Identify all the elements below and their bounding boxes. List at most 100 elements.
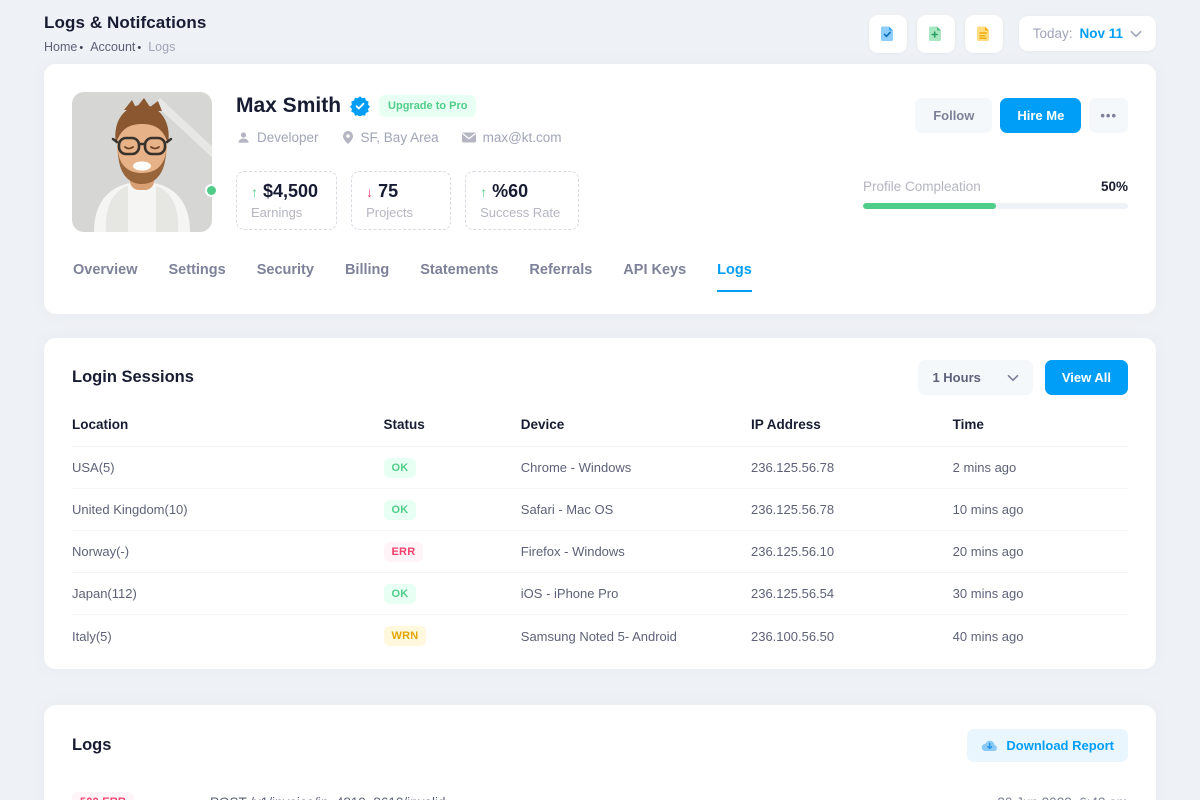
cell-time: 30 mins ago <box>953 586 1128 601</box>
table-row: Norway(-) ERR Firefox - Windows 236.125.… <box>72 531 1128 573</box>
login-sessions-card: Login Sessions 1 Hours View All Location… <box>44 338 1156 669</box>
status-badge: OK <box>384 500 417 520</box>
profile-main: Max Smith Upgrade to Pro Developer <box>236 92 839 232</box>
file-lines-button[interactable] <box>965 15 1003 53</box>
file-check-button[interactable] <box>869 15 907 53</box>
hours-filter-select[interactable]: 1 Hours <box>918 360 1032 395</box>
profile-meta: Developer SF, Bay Area max@kt.com <box>236 130 839 145</box>
status-badge: ERR <box>384 542 424 562</box>
cell-location: Italy(5) <box>72 629 384 644</box>
profile-role: Developer <box>236 130 319 145</box>
trend-up-icon <box>251 181 258 202</box>
file-plus-icon <box>926 24 945 43</box>
status-badge: OK <box>384 584 417 604</box>
profile-card: Max Smith Upgrade to Pro Developer <box>44 64 1156 314</box>
profile-completion: Profile Compleation 50% <box>863 179 1128 209</box>
col-time: Time <box>953 417 1128 432</box>
page-title: Logs & Notifcations <box>44 13 206 33</box>
tab-referrals[interactable]: Referrals <box>529 262 592 292</box>
cloud-download-icon <box>981 739 998 753</box>
avatar-image <box>72 92 212 232</box>
cell-device: Safari - Mac OS <box>521 502 751 517</box>
completion-fill <box>863 203 996 209</box>
profile-name: Max Smith <box>236 94 341 118</box>
page-heading: Logs & Notifcations Home Account Logs <box>44 13 206 54</box>
profile-tabs: Overview Settings Security Billing State… <box>72 262 1128 292</box>
cell-location: United Kingdom(10) <box>72 502 384 517</box>
trend-up-icon <box>480 181 487 202</box>
log-entry: 500 ERR POST /v1/invoice/in_4819_8610/in… <box>72 792 1128 800</box>
completion-label: Profile Compleation <box>863 179 981 194</box>
col-status: Status <box>384 417 521 432</box>
profile-side: Follow Hire Me ••• Profile Compleation 5… <box>863 92 1128 232</box>
date-filter[interactable]: Today: Nov 11 <box>1019 16 1156 51</box>
trend-down-icon <box>366 181 373 202</box>
col-location: Location <box>72 417 384 432</box>
profile-email: max@kt.com <box>461 130 562 145</box>
tab-statements[interactable]: Statements <box>420 262 498 292</box>
log-date: 20 Jun 2022, 6:43 am <box>997 795 1128 800</box>
cell-time: 20 mins ago <box>953 544 1128 559</box>
table-row: USA(5) OK Chrome - Windows 236.125.56.78… <box>72 447 1128 489</box>
tab-settings[interactable]: Settings <box>169 262 226 292</box>
cell-time: 2 mins ago <box>953 460 1128 475</box>
follow-button[interactable]: Follow <box>915 98 992 133</box>
cell-ip: 236.125.56.78 <box>751 502 953 517</box>
tab-security[interactable]: Security <box>257 262 314 292</box>
login-sessions-title: Login Sessions <box>72 368 194 387</box>
table-row: Japan(112) OK iOS - iPhone Pro 236.125.5… <box>72 573 1128 615</box>
online-status-dot <box>205 184 218 197</box>
logs-card: Logs Download Report 500 ERR POST /v1/in… <box>44 705 1156 800</box>
stat-success-rate: %60 Success Rate <box>465 171 579 230</box>
more-options-button[interactable]: ••• <box>1089 98 1128 133</box>
envelope-icon <box>461 131 477 144</box>
breadcrumb: Home Account Logs <box>44 40 206 54</box>
verified-badge-icon <box>350 96 370 116</box>
cell-location: Japan(112) <box>72 586 384 601</box>
hire-me-button[interactable]: Hire Me <box>1000 98 1081 133</box>
tab-billing[interactable]: Billing <box>345 262 389 292</box>
chevron-down-icon <box>1130 30 1142 38</box>
cell-time: 10 mins ago <box>953 502 1128 517</box>
topbar: Logs & Notifcations Home Account Logs To… <box>0 0 1200 64</box>
avatar <box>72 92 212 232</box>
status-badge: OK <box>384 458 417 478</box>
table-row: United Kingdom(10) OK Safari - Mac OS 23… <box>72 489 1128 531</box>
stat-projects: 75 Projects <box>351 171 451 230</box>
date-filter-value: Nov 11 <box>1079 26 1123 41</box>
file-check-icon <box>878 24 897 43</box>
stat-earnings: $4,500 Earnings <box>236 171 337 230</box>
completion-progress-bar <box>863 203 1128 209</box>
breadcrumb-logs: Logs <box>148 40 175 54</box>
breadcrumb-home[interactable]: Home <box>44 40 90 54</box>
cell-location: Norway(-) <box>72 544 384 559</box>
profile-location: SF, Bay Area <box>341 130 439 145</box>
download-report-button[interactable]: Download Report <box>967 729 1128 762</box>
col-ip-address: IP Address <box>751 417 953 432</box>
col-device: Device <box>521 417 751 432</box>
cell-ip: 236.125.56.54 <box>751 586 953 601</box>
chevron-down-icon <box>1007 374 1019 382</box>
tab-api-keys[interactable]: API Keys <box>623 262 686 292</box>
user-icon <box>236 130 251 145</box>
location-pin-icon <box>341 130 355 145</box>
cell-time: 40 mins ago <box>953 629 1128 644</box>
status-badge: WRN <box>384 626 427 646</box>
tab-overview[interactable]: Overview <box>73 262 138 292</box>
file-plus-button[interactable] <box>917 15 955 53</box>
view-all-button[interactable]: View All <box>1045 360 1128 395</box>
table-row: Italy(5) WRN Samsung Noted 5- Android 23… <box>72 615 1128 657</box>
log-status-badge: 500 ERR <box>72 792 134 800</box>
tab-logs[interactable]: Logs <box>717 262 752 292</box>
cell-device: Firefox - Windows <box>521 544 751 559</box>
cell-location: USA(5) <box>72 460 384 475</box>
breadcrumb-account[interactable]: Account <box>90 40 148 54</box>
completion-percent: 50% <box>1101 179 1128 194</box>
cell-ip: 236.125.56.10 <box>751 544 953 559</box>
cell-ip: 236.100.56.50 <box>751 629 953 644</box>
cell-device: iOS - iPhone Pro <box>521 586 751 601</box>
upgrade-to-pro-badge[interactable]: Upgrade to Pro <box>379 95 476 117</box>
logs-title: Logs <box>72 736 111 755</box>
cell-device: Samsung Noted 5- Android <box>521 629 751 644</box>
file-lines-icon <box>974 24 993 43</box>
